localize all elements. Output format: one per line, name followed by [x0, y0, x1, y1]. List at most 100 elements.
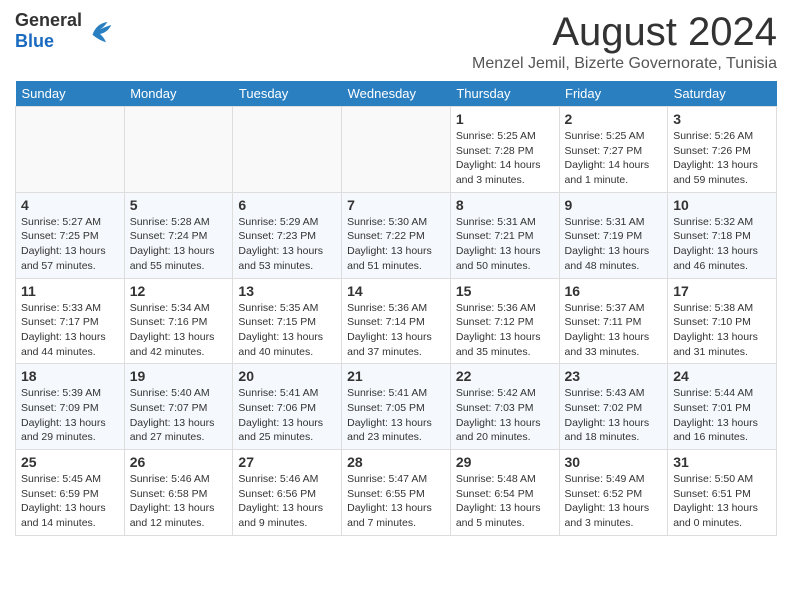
day-info: Sunrise: 5:29 AM Sunset: 7:23 PM Dayligh… [238, 215, 336, 274]
day-info: Sunrise: 5:47 AM Sunset: 6:55 PM Dayligh… [347, 472, 445, 531]
calendar-cell: 1 Sunrise: 5:25 AM Sunset: 7:28 PM Daylig… [450, 107, 559, 193]
calendar-cell: 10 Sunrise: 5:32 AM Sunset: 7:18 PM Dayli… [668, 192, 777, 278]
day-number: 30 [565, 454, 663, 470]
calendar-cell: 7 Sunrise: 5:30 AM Sunset: 7:22 PM Daylig… [342, 192, 451, 278]
day-number: 21 [347, 368, 445, 384]
day-number: 24 [673, 368, 771, 384]
day-number: 26 [130, 454, 228, 470]
calendar-cell: 12Sunrise: 5:34 AM Sunset: 7:16 PM Dayli… [124, 278, 233, 364]
calendar-week-1: 1 Sunrise: 5:25 AM Sunset: 7:28 PM Daylig… [16, 107, 777, 193]
day-info: Sunrise: 5:25 AM Sunset: 7:27 PM Dayligh… [565, 129, 663, 188]
day-info: Sunrise: 5:37 AM Sunset: 7:11 PM Dayligh… [565, 301, 663, 360]
calendar-cell: 21Sunrise: 5:41 AM Sunset: 7:05 PM Dayli… [342, 364, 451, 450]
calendar-cell: 25 Sunrise: 5:45 AM Sunset: 6:59 PM Dayli… [16, 450, 125, 536]
day-number: 7 [347, 197, 445, 213]
header-wednesday: Wednesday [342, 81, 451, 107]
calendar-cell: 27 Sunrise: 5:46 AM Sunset: 6:56 PM Dayli… [233, 450, 342, 536]
day-info: Sunrise: 5:32 AM Sunset: 7:18 PM Dayligh… [673, 215, 771, 274]
calendar-table: Sunday Monday Tuesday Wednesday Thursday… [15, 81, 777, 536]
logo: General Blue [15, 10, 115, 52]
day-info: Sunrise: 5:46 AM Sunset: 6:56 PM Dayligh… [238, 472, 336, 531]
day-number: 27 [238, 454, 336, 470]
calendar-cell: 28Sunrise: 5:47 AM Sunset: 6:55 PM Dayli… [342, 450, 451, 536]
header-sunday: Sunday [16, 81, 125, 107]
day-info: Sunrise: 5:45 AM Sunset: 6:59 PM Dayligh… [21, 472, 119, 531]
day-info: Sunrise: 5:41 AM Sunset: 7:06 PM Dayligh… [238, 386, 336, 445]
calendar-cell: 17 Sunrise: 5:38 AM Sunset: 7:10 PM Dayli… [668, 278, 777, 364]
day-number: 6 [238, 197, 336, 213]
month-title: August 2024 [472, 10, 777, 55]
location: Menzel Jemil, Bizerte Governorate, Tunis… [472, 55, 777, 73]
calendar-cell: 19Sunrise: 5:40 AM Sunset: 7:07 PM Dayli… [124, 364, 233, 450]
calendar-cell: 30 Sunrise: 5:49 AM Sunset: 6:52 PM Dayli… [559, 450, 668, 536]
day-info: Sunrise: 5:49 AM Sunset: 6:52 PM Dayligh… [565, 472, 663, 531]
day-info: Sunrise: 5:40 AM Sunset: 7:07 PM Dayligh… [130, 386, 228, 445]
day-info: Sunrise: 5:30 AM Sunset: 7:22 PM Dayligh… [347, 215, 445, 274]
day-number: 17 [673, 283, 771, 299]
day-info: Sunrise: 5:25 AM Sunset: 7:28 PM Dayligh… [456, 129, 554, 188]
day-number: 2 [565, 111, 663, 127]
calendar-cell: 16 Sunrise: 5:37 AM Sunset: 7:11 PM Dayli… [559, 278, 668, 364]
calendar-cell: 22 Sunrise: 5:42 AM Sunset: 7:03 PM Dayli… [450, 364, 559, 450]
header-friday: Friday [559, 81, 668, 107]
day-info: Sunrise: 5:31 AM Sunset: 7:19 PM Dayligh… [565, 215, 663, 274]
day-info: Sunrise: 5:26 AM Sunset: 7:26 PM Dayligh… [673, 129, 771, 188]
day-info: Sunrise: 5:33 AM Sunset: 7:17 PM Dayligh… [21, 301, 119, 360]
calendar-cell: 20 Sunrise: 5:41 AM Sunset: 7:06 PM Dayli… [233, 364, 342, 450]
day-info: Sunrise: 5:42 AM Sunset: 7:03 PM Dayligh… [456, 386, 554, 445]
day-number: 9 [565, 197, 663, 213]
page-container: General Blue August 2024 Menzel Jemil, B… [0, 0, 792, 546]
day-number: 1 [456, 111, 554, 127]
calendar-week-3: 11 Sunrise: 5:33 AM Sunset: 7:17 PM Dayli… [16, 278, 777, 364]
day-info: Sunrise: 5:46 AM Sunset: 6:58 PM Dayligh… [130, 472, 228, 531]
calendar-cell: 13 Sunrise: 5:35 AM Sunset: 7:15 PM Dayli… [233, 278, 342, 364]
calendar-cell: 8Sunrise: 5:31 AM Sunset: 7:21 PM Daylig… [450, 192, 559, 278]
calendar-cell: 6 Sunrise: 5:29 AM Sunset: 7:23 PM Daylig… [233, 192, 342, 278]
calendar-cell: 9 Sunrise: 5:31 AM Sunset: 7:19 PM Daylig… [559, 192, 668, 278]
day-number: 14 [347, 283, 445, 299]
day-number: 31 [673, 454, 771, 470]
day-info: Sunrise: 5:38 AM Sunset: 7:10 PM Dayligh… [673, 301, 771, 360]
logo-bird-icon [85, 16, 115, 46]
day-number: 10 [673, 197, 771, 213]
day-info: Sunrise: 5:43 AM Sunset: 7:02 PM Dayligh… [565, 386, 663, 445]
day-info: Sunrise: 5:50 AM Sunset: 6:51 PM Dayligh… [673, 472, 771, 531]
day-number: 11 [21, 283, 119, 299]
title-section: August 2024 Menzel Jemil, Bizerte Govern… [472, 10, 777, 73]
day-number: 22 [456, 368, 554, 384]
header: General Blue August 2024 Menzel Jemil, B… [15, 10, 777, 73]
day-number: 16 [565, 283, 663, 299]
day-info: Sunrise: 5:36 AM Sunset: 7:14 PM Dayligh… [347, 301, 445, 360]
day-info: Sunrise: 5:48 AM Sunset: 6:54 PM Dayligh… [456, 472, 554, 531]
calendar-cell [342, 107, 451, 193]
day-number: 12 [130, 283, 228, 299]
calendar-header: Sunday Monday Tuesday Wednesday Thursday… [16, 81, 777, 107]
day-number: 25 [21, 454, 119, 470]
day-number: 4 [21, 197, 119, 213]
logo-text: General Blue [15, 10, 82, 52]
day-info: Sunrise: 5:27 AM Sunset: 7:25 PM Dayligh… [21, 215, 119, 274]
calendar-cell: 26 Sunrise: 5:46 AM Sunset: 6:58 PM Dayli… [124, 450, 233, 536]
day-number: 29 [456, 454, 554, 470]
calendar-cell: 29 Sunrise: 5:48 AM Sunset: 6:54 PM Dayli… [450, 450, 559, 536]
header-tuesday: Tuesday [233, 81, 342, 107]
day-number: 18 [21, 368, 119, 384]
header-saturday: Saturday [668, 81, 777, 107]
header-monday: Monday [124, 81, 233, 107]
day-info: Sunrise: 5:35 AM Sunset: 7:15 PM Dayligh… [238, 301, 336, 360]
calendar-cell: 4 Sunrise: 5:27 AM Sunset: 7:25 PM Daylig… [16, 192, 125, 278]
calendar-week-2: 4 Sunrise: 5:27 AM Sunset: 7:25 PM Daylig… [16, 192, 777, 278]
day-info: Sunrise: 5:28 AM Sunset: 7:24 PM Dayligh… [130, 215, 228, 274]
calendar-cell: 31 Sunrise: 5:50 AM Sunset: 6:51 PM Dayli… [668, 450, 777, 536]
calendar-body: 1 Sunrise: 5:25 AM Sunset: 7:28 PM Daylig… [16, 107, 777, 536]
day-number: 8 [456, 197, 554, 213]
day-info: Sunrise: 5:44 AM Sunset: 7:01 PM Dayligh… [673, 386, 771, 445]
day-number: 13 [238, 283, 336, 299]
logo-blue: Blue [15, 31, 82, 52]
calendar-week-4: 18Sunrise: 5:39 AM Sunset: 7:09 PM Dayli… [16, 364, 777, 450]
calendar-cell: 18Sunrise: 5:39 AM Sunset: 7:09 PM Dayli… [16, 364, 125, 450]
calendar-cell: 23Sunrise: 5:43 AM Sunset: 7:02 PM Dayli… [559, 364, 668, 450]
calendar-cell: 24 Sunrise: 5:44 AM Sunset: 7:01 PM Dayli… [668, 364, 777, 450]
weekday-header-row: Sunday Monday Tuesday Wednesday Thursday… [16, 81, 777, 107]
day-number: 20 [238, 368, 336, 384]
